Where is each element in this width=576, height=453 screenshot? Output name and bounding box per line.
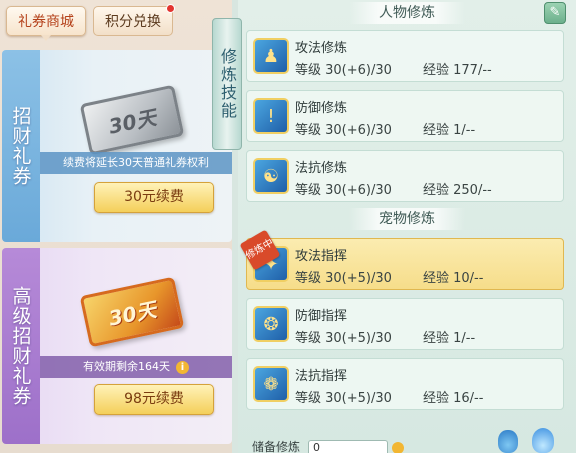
skill-level: 等级 30(+5)/30	[295, 271, 392, 286]
skill-exp: 经验 10/--	[423, 271, 484, 286]
tab-label: 积分兑换	[105, 14, 161, 30]
attack-magic-icon: ♟	[253, 38, 289, 74]
potion-icon[interactable]	[498, 430, 518, 453]
skill-row-attack-magic[interactable]: ♟ 攻法修炼 等级 30(+6)/30 经验 177/--	[246, 30, 564, 82]
skill-exp: 经验 250/--	[423, 183, 492, 198]
cultivation-panel: 人物修炼 ✎ ♟ 攻法修炼 等级 30(+6)/30 经验 177/-- ! 防…	[238, 0, 576, 453]
skill-level: 等级 30(+6)/30	[295, 63, 392, 78]
info-icon[interactable]: i	[176, 361, 189, 374]
tab-coupon-shop[interactable]: 礼券商城	[6, 6, 86, 41]
coupon-card-basic: 招财礼券 30天 续费将延长30天普通礼券权利 30元续费	[2, 50, 232, 242]
card-description: 有效期剩余164天 i	[40, 356, 232, 378]
tab-points-exchange[interactable]: 积分兑换	[93, 4, 175, 36]
defense-icon: !	[253, 98, 289, 134]
pet-resist-icon: ❁	[253, 366, 289, 402]
magic-resist-icon: ☯	[253, 158, 289, 194]
card-title: 招财礼券	[9, 106, 32, 186]
card-title: 高级招财礼券	[9, 286, 32, 406]
ribbon-label: 修炼技能	[218, 48, 237, 120]
skill-name: 法抗修炼	[295, 161, 348, 176]
coupon-ticket-image: 30天	[70, 80, 194, 160]
character-section-header: 人物修炼	[238, 2, 576, 24]
storage-info-icon[interactable]	[392, 442, 404, 453]
shop-panel: 礼券商城 积分兑换 招财礼券 30天 续费将延长30天普通礼券权利 30元续费 …	[0, 0, 232, 453]
skill-name: 防御指挥	[295, 309, 348, 324]
skill-row-defense[interactable]: ! 防御修炼 等级 30(+6)/30 经验 1/--	[246, 90, 564, 142]
ticket-label: 30天	[79, 276, 185, 348]
renew-30-button[interactable]: 30元续费	[94, 182, 214, 213]
skill-row-magic-resist[interactable]: ☯ 法抗修炼 等级 30(+6)/30 经验 250/--	[246, 150, 564, 202]
shop-tabs: 礼券商城 积分兑换	[6, 4, 175, 41]
storage-value-field: 0	[308, 440, 388, 453]
notification-dot	[166, 4, 175, 13]
skill-level: 等级 30(+5)/30	[295, 331, 392, 346]
coupon-card-premium: 高级招财礼券 30天 有效期剩余164天 i 98元续费	[2, 248, 232, 444]
renew-98-button[interactable]: 98元续费	[94, 384, 214, 415]
skill-exp: 经验 177/--	[423, 63, 492, 78]
storage-label: 储备修炼	[252, 440, 301, 453]
skill-name: 攻法修炼	[295, 41, 348, 56]
skill-level: 等级 30(+6)/30	[295, 123, 392, 138]
skill-row-pet-attack[interactable]: ✦ 修炼中 攻法指挥 等级 30(+5)/30 经验 10/--	[239, 229, 564, 290]
coupon-ticket-image: 30天	[70, 272, 194, 352]
description-text: 有效期剩余164天	[83, 360, 170, 373]
skill-exp: 经验 1/--	[423, 331, 476, 346]
tab-label: 礼券商城	[18, 14, 74, 30]
pet-defense-icon: ❂	[253, 306, 289, 342]
skill-exp: 经验 16/--	[423, 391, 484, 406]
description-text: 续费将延长30天普通礼券权利	[63, 156, 209, 169]
card-side-banner: 高级招财礼券	[2, 248, 40, 444]
skill-level: 等级 30(+5)/30	[295, 391, 392, 406]
edit-icon[interactable]: ✎	[544, 2, 566, 24]
pet-section-header: 宠物修炼	[238, 208, 576, 230]
skill-name: 防御修炼	[295, 101, 348, 116]
skill-name: 攻法指挥	[295, 249, 348, 264]
skill-level: 等级 30(+6)/30	[295, 183, 392, 198]
skill-row-pet-resist[interactable]: ❁ 法抗指挥 等级 30(+5)/30 经验 16/--	[246, 358, 564, 410]
card-description: 续费将延长30天普通礼券权利	[40, 152, 232, 174]
skill-row-pet-defense[interactable]: ❂ 防御指挥 等级 30(+5)/30 经验 1/--	[246, 298, 564, 350]
cultivation-skill-ribbon[interactable]: 修炼技能	[212, 18, 242, 150]
flame-icon[interactable]	[532, 428, 554, 453]
skill-name: 法抗指挥	[295, 369, 348, 384]
skill-exp: 经验 1/--	[423, 123, 476, 138]
card-side-banner: 招财礼券	[2, 50, 40, 242]
section-title: 宠物修炼	[349, 208, 465, 230]
ticket-label: 30天	[79, 84, 185, 156]
section-title: 人物修炼	[349, 2, 465, 24]
